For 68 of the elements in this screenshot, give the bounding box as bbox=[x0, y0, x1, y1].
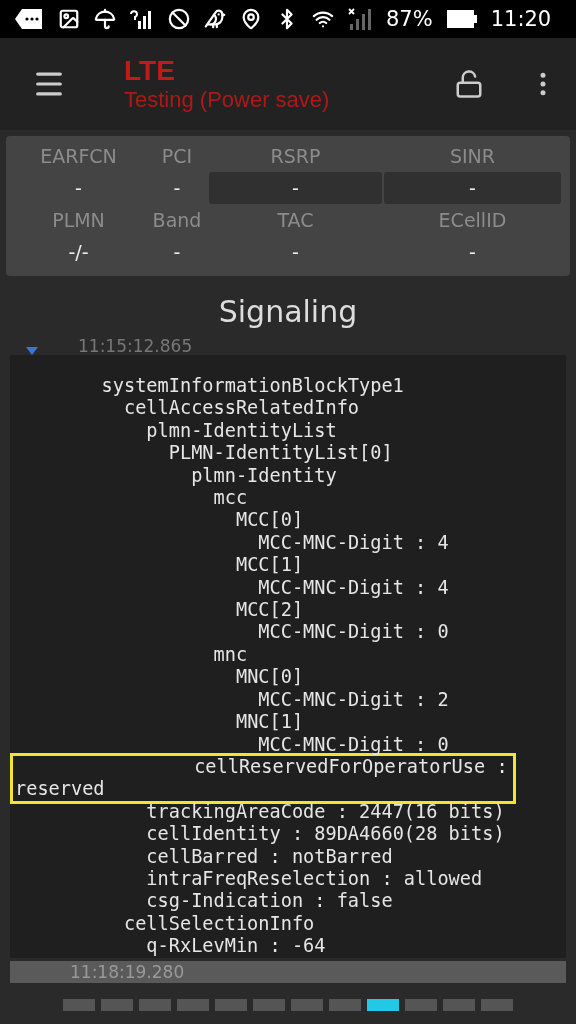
page-indicator[interactable] bbox=[215, 999, 247, 1011]
message-time: 11:15:12.865 bbox=[78, 337, 193, 355]
code-line: MCC-MNC-Digit : 4 bbox=[257, 531, 450, 555]
page-indicator[interactable] bbox=[253, 999, 285, 1011]
battery-icon bbox=[446, 10, 477, 28]
page-indicator[interactable] bbox=[443, 999, 475, 1011]
info-value: - bbox=[468, 240, 477, 265]
info-value: - bbox=[74, 176, 83, 201]
code-line: MCC[2] bbox=[234, 599, 305, 622]
page-indicator[interactable] bbox=[101, 999, 133, 1011]
page-indicator[interactable] bbox=[291, 999, 323, 1011]
code-line: MNC[0] bbox=[234, 666, 305, 689]
code-line: MCC-MNC-Digit : 0 bbox=[257, 621, 450, 644]
code-line: cellIdentity : 89DA4660(28 bits) bbox=[145, 823, 506, 846]
message-time: 11:18:19.280 bbox=[70, 963, 185, 981]
code-line: plmn-Identity bbox=[190, 464, 338, 488]
no-signal-icon bbox=[348, 8, 372, 30]
code-line: MCC-MNC-Digit : 2 bbox=[257, 688, 450, 712]
page-indicator[interactable] bbox=[63, 999, 95, 1011]
image-icon bbox=[58, 8, 80, 30]
info-label: PCI bbox=[161, 144, 193, 169]
info-value: - bbox=[291, 240, 300, 265]
app-subtitle: Testing (Power save) bbox=[124, 87, 331, 113]
info-label: TAC bbox=[277, 208, 314, 233]
code-line: q-RxLevMin : -64 bbox=[145, 935, 327, 958]
clock-time: 11:20 bbox=[490, 7, 552, 31]
expand-triangle-icon bbox=[26, 347, 38, 355]
page-indicator[interactable] bbox=[481, 999, 513, 1011]
page-indicator[interactable] bbox=[405, 999, 437, 1011]
info-label: EARFCN bbox=[40, 144, 117, 169]
code-line: systemInformationBlockType1 bbox=[100, 375, 405, 398]
signal-icon bbox=[130, 9, 154, 29]
location-icon bbox=[240, 8, 262, 30]
info-label: PLMN bbox=[52, 208, 105, 233]
code-line: cellBarred : notBarred bbox=[145, 845, 394, 868]
page-indicator[interactable] bbox=[139, 999, 171, 1011]
message-icon bbox=[14, 8, 44, 30]
code-line: PLMN-IdentityList[0] bbox=[167, 442, 394, 465]
blocked-icon bbox=[168, 8, 190, 30]
code-line: mcc bbox=[212, 487, 249, 510]
info-value: - bbox=[209, 172, 382, 204]
info-label: RSRP bbox=[270, 144, 321, 169]
umbrella-icon bbox=[94, 8, 116, 30]
section-title: Signaling bbox=[217, 293, 359, 331]
page-indicator[interactable] bbox=[329, 999, 361, 1011]
code-line: csg-Indication : false bbox=[145, 890, 394, 913]
code-line: intraFreqReselection : allowed bbox=[145, 867, 484, 891]
info-value: - bbox=[172, 176, 182, 201]
info-label: Band bbox=[152, 208, 202, 233]
code-line: cellSelectionInfo bbox=[122, 912, 316, 936]
info-label: SINR bbox=[449, 144, 496, 169]
info-value: - bbox=[172, 240, 182, 265]
code-line: mnc bbox=[212, 643, 249, 667]
info-label: ECellID bbox=[438, 208, 507, 233]
code-line: MCC[0] bbox=[234, 509, 305, 532]
code-line: plmn-IdentityList bbox=[145, 419, 338, 443]
battery-percent: 87% bbox=[386, 7, 433, 31]
message-row[interactable]: 11:18:19.280 bbox=[10, 961, 566, 983]
page-indicator[interactable] bbox=[367, 999, 399, 1011]
code-line: cellAccessRelatedInfo bbox=[122, 397, 361, 420]
code-line: MCC[1] bbox=[234, 554, 305, 577]
bird-icon bbox=[204, 8, 226, 30]
info-value: -/- bbox=[67, 240, 90, 265]
info-value: - bbox=[384, 172, 561, 204]
code-line: MCC-MNC-Digit : 4 bbox=[257, 576, 450, 600]
code-line: MNC[1] bbox=[234, 711, 305, 734]
app-title: LTE bbox=[124, 55, 176, 87]
page-indicator[interactable] bbox=[177, 999, 209, 1011]
